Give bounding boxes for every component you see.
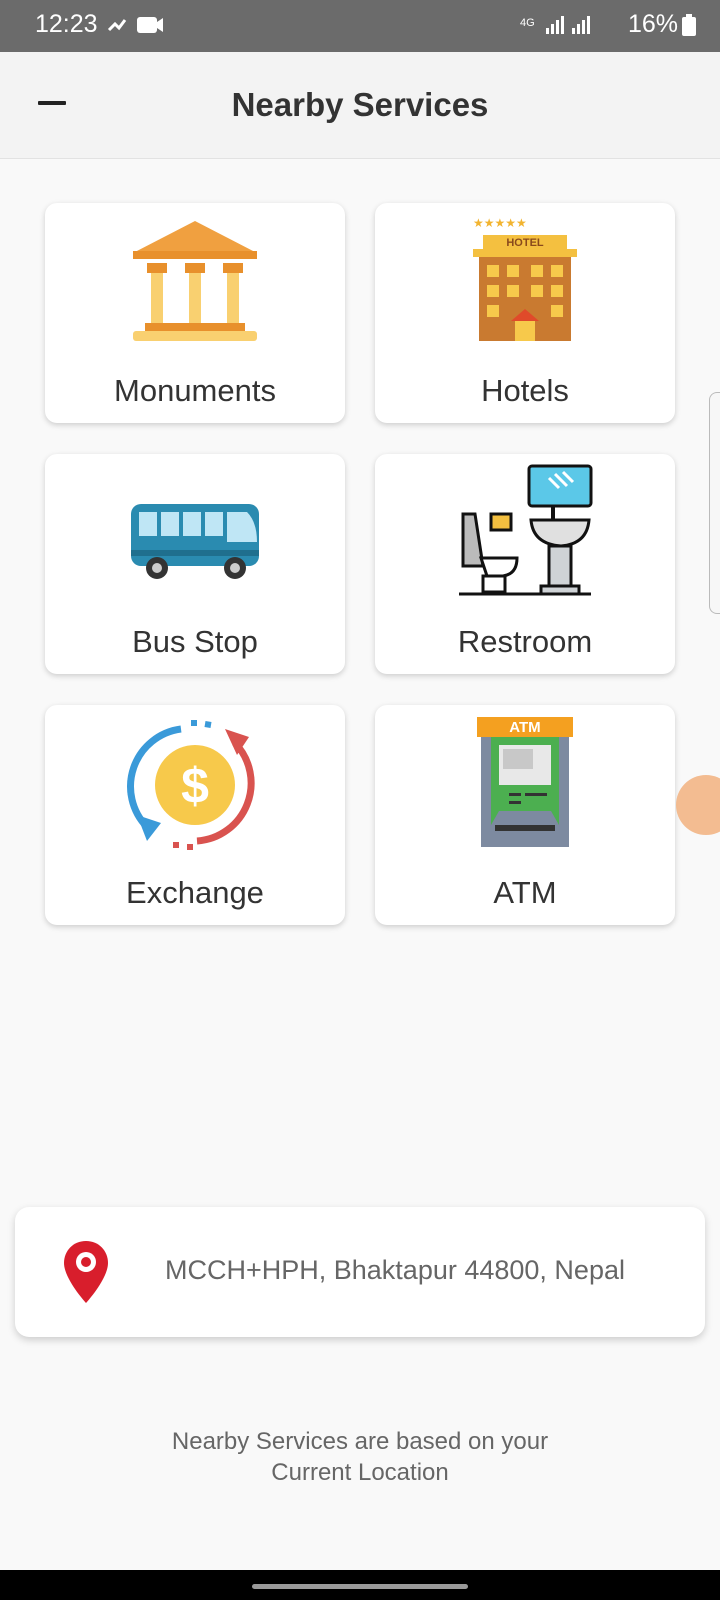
service-card-hotels[interactable]: ★★★★★ HOTEL Hotels [375,203,675,423]
notification-icons [107,17,163,33]
location-note: Nearby Services are based on your Curren… [0,1426,720,1488]
service-label: Restroom [457,624,593,659]
system-navigation-bar [0,1570,720,1600]
edge-panel-handle[interactable] [709,392,720,614]
svg-text:4G: 4G [520,17,535,29]
svg-text:★★★★★: ★★★★★ [473,216,527,230]
service-label: Monuments [114,373,276,408]
monument-icon [133,221,257,341]
service-card-monuments[interactable]: Monuments [45,203,345,423]
home-gesture-handle[interactable] [252,1584,468,1589]
current-location-card[interactable]: MCCH+HPH, Bhaktapur 44800, Nepal [15,1207,705,1337]
location-address: MCCH+HPH, Bhaktapur 44800, Nepal [165,1255,625,1285]
status-time: 12:23 [35,10,98,38]
bus-icon [131,504,259,579]
restroom-icon [459,464,593,596]
page-title: Nearby Services [231,86,489,123]
svg-text:ATM: ATM [509,719,540,736]
service-label: Hotels [481,373,569,408]
battery-icon [682,14,696,36]
atm-icon: ATM [477,717,573,847]
location-note-line1: Nearby Services are based on your [171,1428,549,1455]
status-bar: 12:23 4G 16% [0,0,720,52]
currency-exchange-icon: $ [127,720,255,850]
service-card-bus-stop[interactable]: Bus Stop [45,454,345,674]
service-label: Bus Stop [132,624,258,659]
service-card-restroom[interactable]: Restroom [375,454,675,674]
hotel-icon: ★★★★★ HOTEL [473,216,577,341]
signal-icons: 4G [520,16,590,34]
battery-text: 16% [627,10,678,38]
svg-text:$: $ [181,758,209,814]
location-note-line2: Current Location [271,1459,449,1486]
service-label: ATM [493,875,557,910]
app-bar: Nearby Services [0,52,720,159]
service-label: Exchange [126,875,264,910]
location-pin-icon [64,1241,108,1303]
floating-recorder-bubble[interactable] [676,775,720,835]
service-card-exchange[interactable]: $ Exchange [45,705,345,925]
service-card-atm[interactable]: ATM ATM [375,705,675,925]
svg-text:HOTEL: HOTEL [506,237,544,249]
